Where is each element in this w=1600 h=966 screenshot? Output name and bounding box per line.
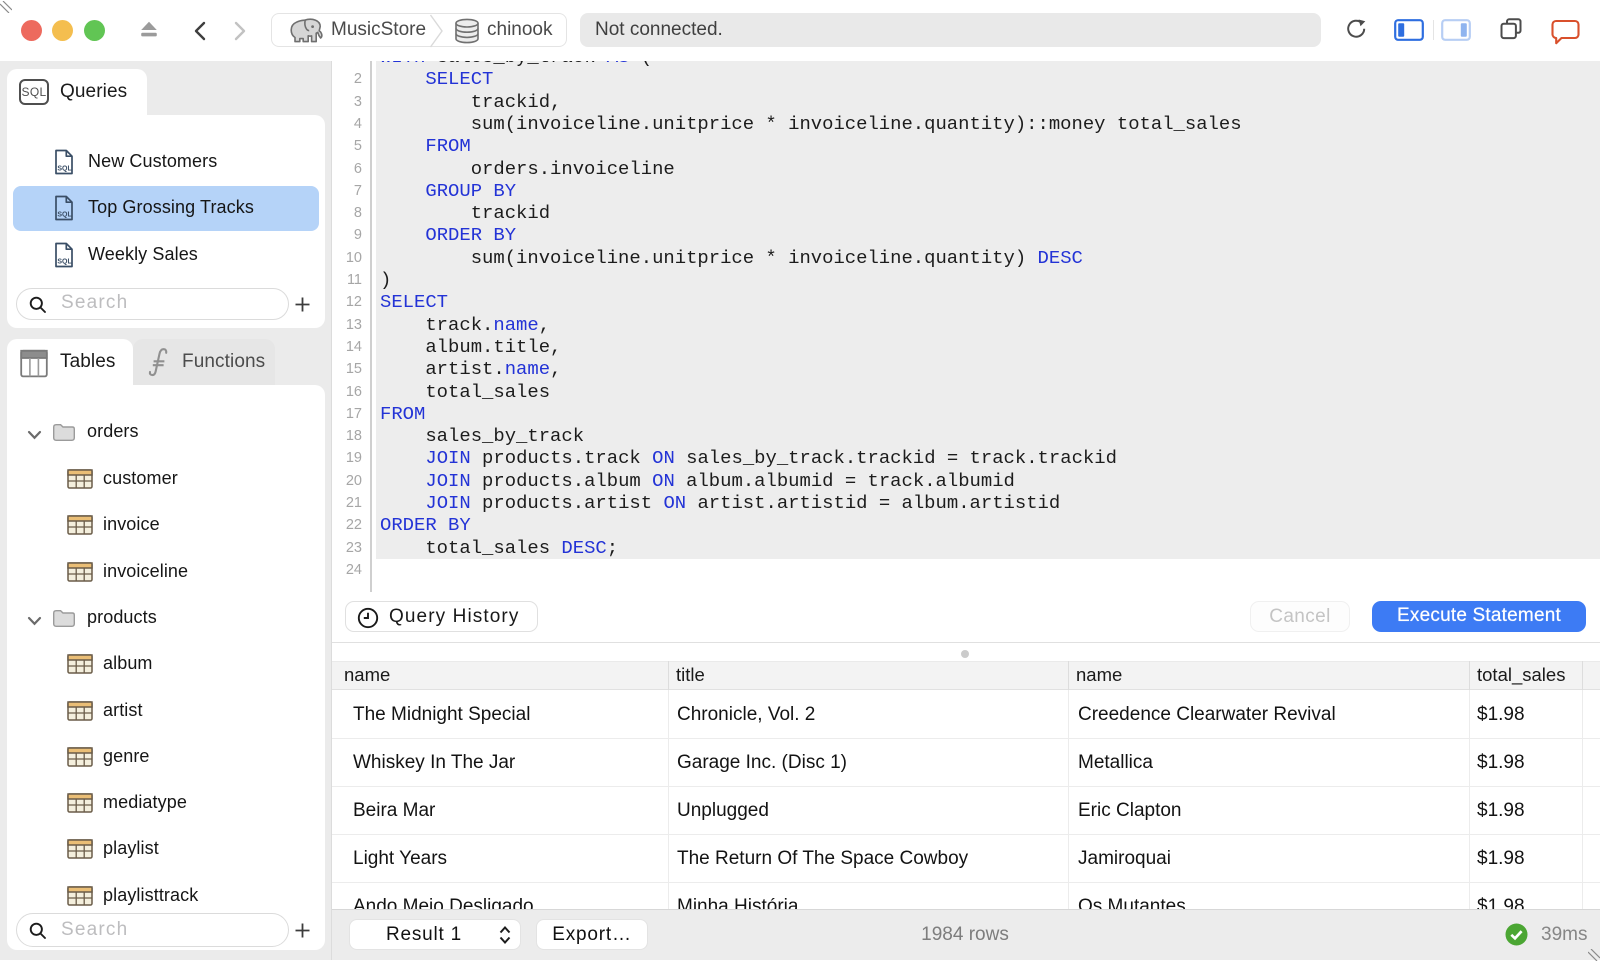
svg-text:SQL: SQL	[57, 165, 72, 172]
svg-text:SQL: SQL	[57, 258, 72, 265]
svg-text:SQL: SQL	[57, 212, 72, 219]
